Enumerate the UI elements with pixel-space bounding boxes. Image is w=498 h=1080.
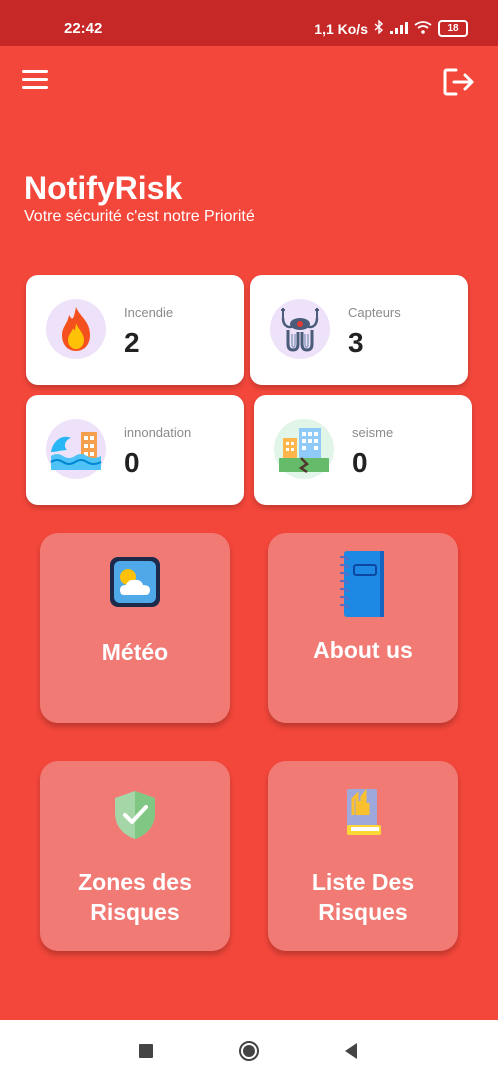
about-us-button[interactable]: About us (268, 533, 458, 723)
tile-label-line2: Risques (318, 899, 408, 925)
sensors-icon (270, 299, 330, 359)
stat-card-incendie[interactable]: Incendie 2 (26, 275, 244, 385)
tile-label-line1: Zones des (78, 869, 192, 895)
bluetooth-icon (374, 19, 384, 37)
status-bar: 22:42 1,1 Ko/s 18 (0, 0, 498, 46)
recent-apps-icon[interactable] (139, 1044, 153, 1063)
back-icon[interactable] (343, 1042, 359, 1065)
weather-icon (108, 555, 162, 614)
signal-icon (390, 21, 408, 37)
battery-icon: 18 (438, 20, 468, 37)
stat-card-seisme[interactable]: seisme 0 (254, 395, 472, 505)
risk-list-button[interactable]: Liste Des Risques (268, 761, 458, 951)
stat-label: Incendie (124, 305, 174, 320)
home-icon[interactable] (238, 1040, 260, 1067)
hamburger-menu-icon[interactable] (22, 70, 48, 92)
stat-label: seisme (352, 425, 394, 440)
stat-value: 0 (124, 447, 140, 478)
tile-label: Zones des Risques (40, 867, 230, 927)
wifi-icon (414, 20, 432, 37)
weather-button[interactable]: Météo (40, 533, 230, 723)
shield-check-icon (112, 789, 158, 846)
tile-label: Liste Des Risques (268, 867, 458, 927)
stat-value: 0 (352, 447, 368, 478)
app-subtitle: Votre sécurité c'est notre Priorité (24, 208, 255, 225)
stat-card-capteurs[interactable]: Capteurs 3 (250, 275, 468, 385)
tile-label-line1: Liste Des (311, 869, 415, 895)
flood-icon (46, 419, 106, 479)
stat-card-innondation[interactable]: innondation 0 (26, 395, 244, 505)
stat-value: 3 (348, 327, 364, 358)
book-list-icon (341, 785, 385, 844)
notebook-icon (336, 549, 390, 624)
fire-icon (46, 299, 106, 359)
tile-label-line2: Risques (90, 899, 180, 925)
logout-icon[interactable] (442, 66, 476, 98)
network-speed: 1,1 Ko/s (314, 20, 368, 37)
tile-label: Météo (101, 639, 169, 665)
stat-label: Capteurs (348, 305, 401, 320)
status-time: 22:42 (64, 20, 103, 37)
status-right: 1,1 Ko/s 18 (314, 19, 468, 37)
earthquake-icon (274, 419, 334, 479)
stat-label: innondation (124, 425, 192, 440)
app-screen: NotifyRisk Votre sécurité c'est notre Pr… (0, 46, 498, 1020)
tile-label: About us (313, 637, 413, 663)
stat-value: 2 (124, 327, 140, 358)
system-nav-bar (0, 1020, 498, 1080)
risk-zones-button[interactable]: Zones des Risques (40, 761, 230, 951)
app-title: NotifyRisk (24, 170, 183, 206)
